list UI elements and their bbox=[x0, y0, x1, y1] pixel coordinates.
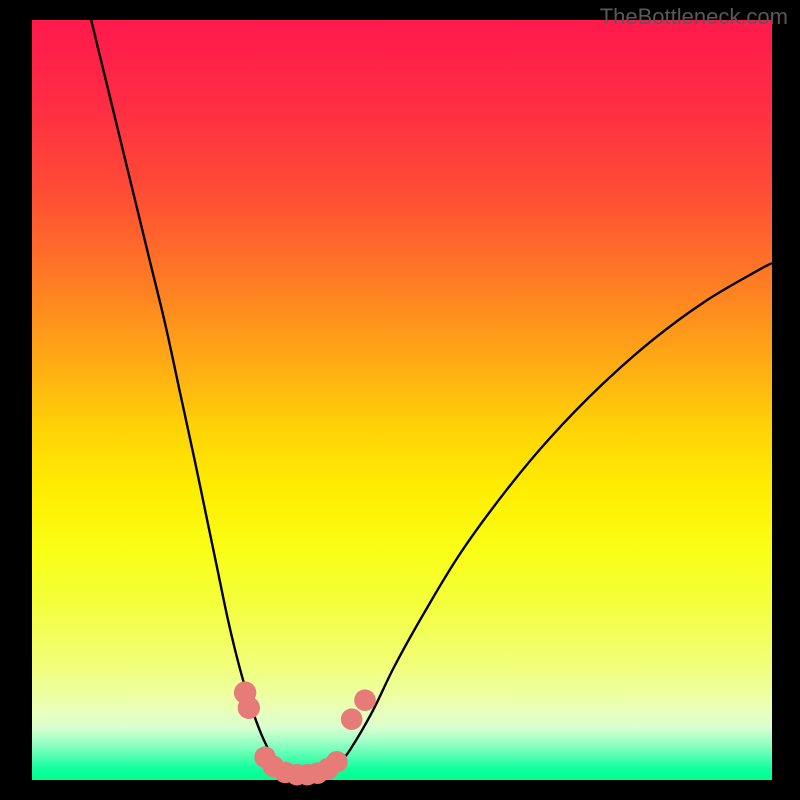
data-marker bbox=[238, 697, 260, 719]
curve-right bbox=[335, 263, 772, 768]
data-marker bbox=[341, 708, 363, 730]
curve-layer bbox=[32, 20, 772, 780]
data-marker bbox=[326, 751, 348, 773]
outer-frame: TheBottleneck.com bbox=[0, 0, 800, 800]
curve-left bbox=[91, 20, 280, 769]
data-marker bbox=[354, 689, 376, 711]
marker-group bbox=[234, 681, 376, 785]
